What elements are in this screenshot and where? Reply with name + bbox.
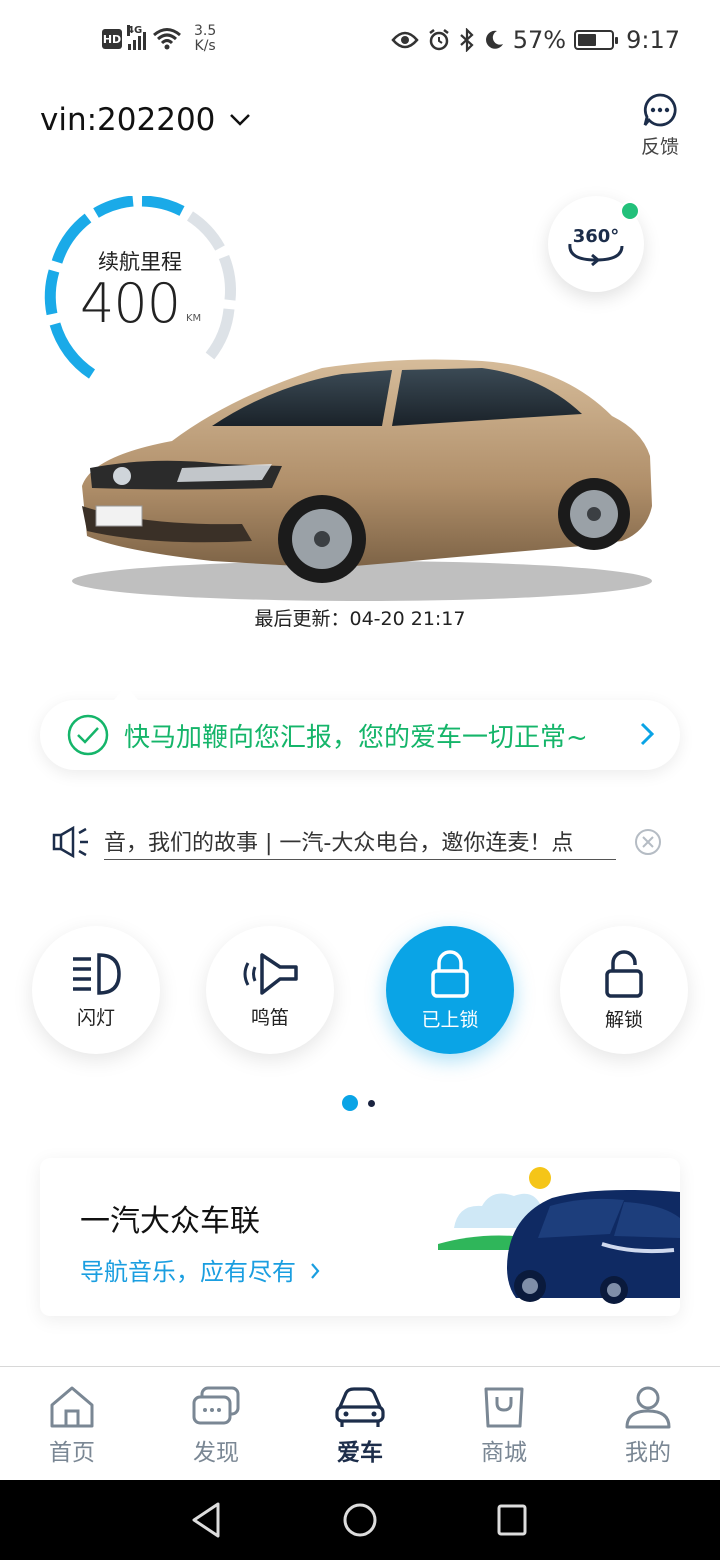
nav-profile[interactable]: 我的	[576, 1367, 720, 1480]
connected-car-title: 一汽大众车联	[80, 1204, 260, 1239]
recents-icon[interactable]	[496, 1500, 528, 1540]
chevron-right-icon	[310, 1263, 320, 1279]
page-dot[interactable]	[368, 1099, 375, 1107]
network-type: 4G	[127, 25, 143, 36]
lock-open-icon	[605, 949, 643, 998]
bluetooth-icon	[460, 28, 474, 52]
view-360-button[interactable]: 360°	[548, 196, 644, 292]
battery-percent: 57%	[512, 26, 567, 54]
status-bar-left: HD 4G 3.5 K/s	[102, 24, 216, 54]
status-bar-right: 57% 9:17	[391, 26, 680, 54]
close-icon[interactable]	[634, 828, 662, 856]
alarm-icon	[429, 29, 449, 51]
vehicle-status-text: 快马加鞭向您汇报，您的爱车一切正常~	[124, 722, 588, 753]
network-speed-value: 3.5	[194, 23, 217, 39]
flash-lights-button[interactable]: 闪灯	[32, 926, 160, 1054]
wifi-icon	[153, 28, 181, 50]
connected-car-link[interactable]: 导航音乐，应有尽有	[80, 1252, 320, 1287]
clock: 9:17	[626, 26, 680, 54]
chevron-right-icon	[640, 722, 654, 746]
profile-icon	[625, 1386, 671, 1429]
network-speed: 3.5 K/s	[194, 24, 216, 54]
connected-car-card[interactable]: 一汽大众车联 导航音乐，应有尽有	[40, 1158, 680, 1316]
horn-label: 鸣笛	[250, 1006, 289, 1029]
nav-shop-label: 商城	[481, 1440, 527, 1466]
lock-label: 已上锁	[421, 1008, 479, 1031]
unlock-label: 解锁	[604, 1008, 643, 1031]
new-indicator-dot	[620, 201, 640, 221]
nav-home[interactable]: 首页	[0, 1367, 144, 1480]
flash-lights-label: 闪灯	[76, 1006, 115, 1029]
lock-closed-icon	[431, 949, 469, 998]
home-icon	[50, 1386, 94, 1428]
horn-icon	[243, 952, 298, 995]
unlock-button[interactable]: 解锁	[560, 926, 688, 1054]
shop-icon	[484, 1387, 524, 1428]
chevron-down-icon	[230, 114, 251, 126]
lock-button[interactable]: 已上锁	[386, 926, 514, 1054]
vin-label: vin:202200	[40, 102, 216, 138]
nav-shop[interactable]: 商城	[432, 1367, 576, 1480]
car-image	[72, 359, 652, 601]
page-indicator	[342, 1095, 375, 1111]
hd-badge: HD	[102, 29, 122, 49]
eye-icon	[391, 31, 419, 49]
battery-icon	[574, 30, 619, 50]
car-icon	[335, 1387, 385, 1427]
network-speed-unit: K/s	[194, 38, 216, 54]
radio-announcement[interactable]: 音，我们的故事 | 一汽-大众电台，邀你连麦！点	[52, 820, 668, 864]
nav-car-label: 爱车	[337, 1440, 383, 1466]
last-update-time: 最后更新：04-20 21:17	[254, 608, 466, 630]
bottom-nav: 首页 发现 爱车 商城 我的	[0, 1366, 720, 1480]
radio-announcement-text: 音，我们的故事 | 一汽-大众电台，邀你连麦！点	[104, 825, 616, 860]
connected-car-illustration	[438, 1167, 680, 1304]
chat-bubble-icon	[643, 93, 677, 127]
discover-icon	[192, 1386, 240, 1425]
cellular-signal-icon: 4G	[127, 25, 146, 50]
nav-car[interactable]: 爱车	[288, 1367, 432, 1480]
connected-car-subtitle: 导航音乐，应有尽有	[80, 1258, 296, 1286]
status-bar: HD 4G 3.5 K/s 57% 9:17	[0, 0, 720, 84]
nav-discover[interactable]: 发现	[144, 1367, 288, 1480]
horn-button[interactable]: 鸣笛	[206, 926, 334, 1054]
check-circle-icon	[67, 714, 109, 756]
view-360-label: 360°	[573, 226, 620, 247]
moon-icon	[485, 30, 503, 49]
feedback-label: 反馈	[640, 136, 679, 158]
range-unit: KM	[186, 313, 202, 324]
range-value: 400	[80, 272, 181, 335]
battery-level	[578, 34, 597, 46]
nav-profile-label: 我的	[625, 1440, 671, 1466]
vehicle-status-banner[interactable]: 快马加鞭向您汇报，您的爱车一切正常~	[40, 686, 680, 770]
vin-selector[interactable]: vin:202200	[40, 102, 251, 138]
feedback-button[interactable]: 反馈	[636, 92, 684, 159]
home-circle-icon[interactable]	[342, 1500, 378, 1540]
back-icon[interactable]	[190, 1500, 222, 1540]
rotate-360-icon: 360°	[568, 226, 624, 267]
page-dot-active[interactable]	[342, 1095, 358, 1111]
nav-discover-label: 发现	[193, 1440, 239, 1466]
headlight-icon	[73, 952, 121, 995]
speaker-icon	[52, 825, 88, 859]
nav-home-label: 首页	[49, 1440, 95, 1466]
system-navigation-bar	[0, 1480, 720, 1560]
